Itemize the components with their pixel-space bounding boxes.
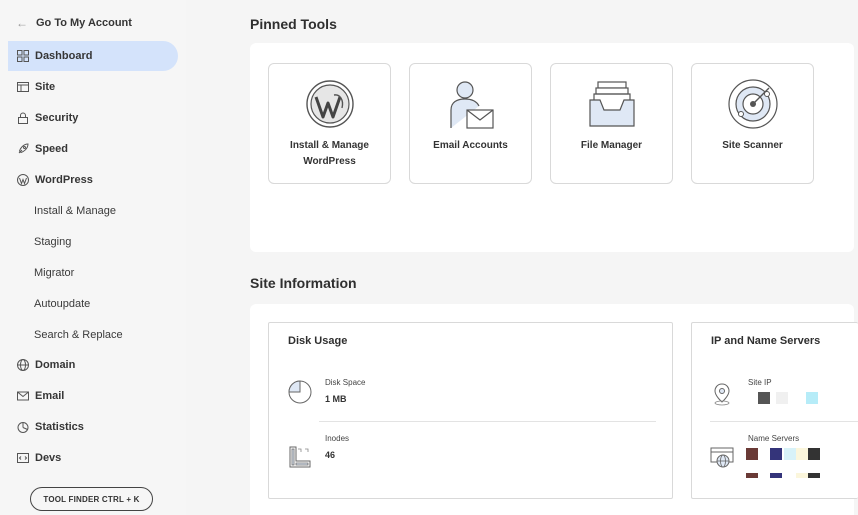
tool-label: Email Accounts bbox=[433, 140, 508, 151]
wordpress-icon bbox=[17, 174, 29, 186]
tool-label: Site Scanner bbox=[722, 140, 783, 151]
code-icon bbox=[17, 452, 29, 464]
sidebar-item-label: Dashboard bbox=[35, 50, 93, 62]
name-servers-icon bbox=[710, 447, 734, 468]
sidebar-item-devs[interactable]: Devs bbox=[8, 443, 178, 473]
name-server-value-swatch bbox=[746, 473, 758, 478]
sidebar-item-label: Domain bbox=[35, 359, 76, 371]
tool-label: Install & Manage WordPress bbox=[290, 140, 369, 167]
back-link-label: Go To My Account bbox=[36, 17, 132, 29]
inodes-label: Inodes bbox=[325, 434, 350, 443]
pinned-tools-title: Pinned Tools bbox=[250, 16, 337, 32]
rocket-icon bbox=[17, 143, 29, 155]
sidebar-item-label: Migrator bbox=[34, 267, 75, 279]
sidebar-item-label: WordPress bbox=[35, 174, 93, 186]
inodes-icon bbox=[289, 446, 311, 468]
email-accounts-icon bbox=[449, 81, 494, 129]
sidebar-item-label: Site bbox=[35, 81, 56, 93]
site-ip-value-swatch bbox=[806, 392, 818, 404]
sidebar-item-label: Staging bbox=[34, 236, 72, 248]
disk-space-label: Disk Space bbox=[325, 378, 366, 387]
name-server-value-swatch bbox=[796, 473, 808, 478]
site-ip-value-swatch bbox=[776, 392, 788, 404]
sidebar-item-label: Install & Manage bbox=[34, 205, 116, 217]
sidebar-item-staging[interactable]: Staging bbox=[8, 227, 178, 257]
name-server-value-swatch bbox=[808, 473, 820, 478]
ip-name-servers-card: IP and Name Servers Site IP Name Servers bbox=[691, 322, 858, 499]
sidebar-item-security[interactable]: Security bbox=[8, 103, 178, 133]
name-servers-label: Name Servers bbox=[748, 434, 800, 443]
sidebar-item-label: Statistics bbox=[35, 421, 84, 433]
ip-name-servers-title: IP and Name Servers bbox=[711, 335, 821, 347]
tool-finder-button[interactable]: TOOL FINDER CTRL + K bbox=[30, 487, 153, 511]
sidebar-item-wordpress[interactable]: WordPress bbox=[8, 165, 178, 195]
name-server-value-swatch bbox=[784, 448, 796, 460]
name-server-value-swatch bbox=[808, 448, 820, 460]
sidebar-item-label: Email bbox=[35, 390, 65, 402]
sidebar-item-label: Security bbox=[35, 112, 79, 124]
tool-card-install-wordpress[interactable]: Install & Manage WordPress bbox=[268, 63, 391, 184]
tool-label: File Manager bbox=[580, 140, 643, 151]
disk-usage-card: Disk Usage Disk Space 1 MB Inodes 46 bbox=[268, 322, 673, 499]
pie-chart-icon bbox=[17, 421, 29, 433]
sidebar-item-dashboard[interactable]: Dashboard bbox=[8, 41, 178, 71]
pie-chart-icon bbox=[288, 380, 312, 404]
sidebar: ← Go To My Account Dashboard Site Securi… bbox=[0, 0, 186, 515]
divider bbox=[710, 421, 858, 422]
site-ip-label: Site IP bbox=[748, 378, 772, 387]
sidebar-item-label: Search & Replace bbox=[34, 329, 123, 341]
site-information-title: Site Information bbox=[250, 275, 357, 291]
disk-usage-title: Disk Usage bbox=[288, 335, 348, 347]
sidebar-item-speed[interactable]: Speed bbox=[8, 134, 178, 164]
site-ip-value-swatch bbox=[758, 392, 770, 404]
file-tray-icon bbox=[588, 81, 635, 127]
sidebar-item-search-replace[interactable]: Search & Replace bbox=[8, 320, 178, 350]
radar-icon bbox=[727, 79, 778, 129]
sidebar-item-email[interactable]: Email bbox=[8, 381, 178, 411]
tool-card-site-scanner[interactable]: Site Scanner bbox=[691, 63, 814, 184]
name-server-value-swatch bbox=[796, 448, 808, 460]
divider bbox=[319, 421, 656, 422]
site-icon bbox=[17, 81, 29, 93]
sidebar-item-domain[interactable]: Domain bbox=[8, 350, 178, 380]
name-server-value-swatch bbox=[746, 448, 758, 460]
sidebar-item-label: Autoupdate bbox=[34, 298, 91, 310]
tool-card-file-manager[interactable]: File Manager bbox=[550, 63, 673, 184]
sidebar-item-autoupdate[interactable]: Autoupdate bbox=[8, 289, 178, 319]
inodes-value: 46 bbox=[325, 450, 336, 460]
sidebar-item-label: Speed bbox=[35, 143, 69, 155]
lock-icon bbox=[17, 112, 29, 124]
go-to-my-account-link[interactable]: ← Go To My Account bbox=[16, 14, 132, 32]
name-server-value-swatch bbox=[770, 473, 782, 478]
sidebar-item-statistics[interactable]: Statistics bbox=[8, 412, 178, 442]
disk-space-value: 1 MB bbox=[325, 394, 347, 404]
name-server-value-swatch bbox=[770, 448, 782, 460]
location-pin-icon bbox=[714, 383, 730, 406]
sidebar-item-migrator[interactable]: Migrator bbox=[8, 258, 178, 288]
wordpress-logo-icon bbox=[305, 80, 354, 128]
dashboard-icon bbox=[17, 50, 29, 62]
sidebar-item-label: Devs bbox=[35, 452, 62, 464]
arrow-left-icon: ← bbox=[16, 16, 28, 30]
sidebar-item-site[interactable]: Site bbox=[8, 72, 178, 102]
globe-icon bbox=[17, 359, 29, 371]
sidebar-item-install-manage[interactable]: Install & Manage bbox=[8, 196, 178, 226]
envelope-icon bbox=[17, 390, 29, 402]
tool-card-email-accounts[interactable]: Email Accounts bbox=[409, 63, 532, 184]
